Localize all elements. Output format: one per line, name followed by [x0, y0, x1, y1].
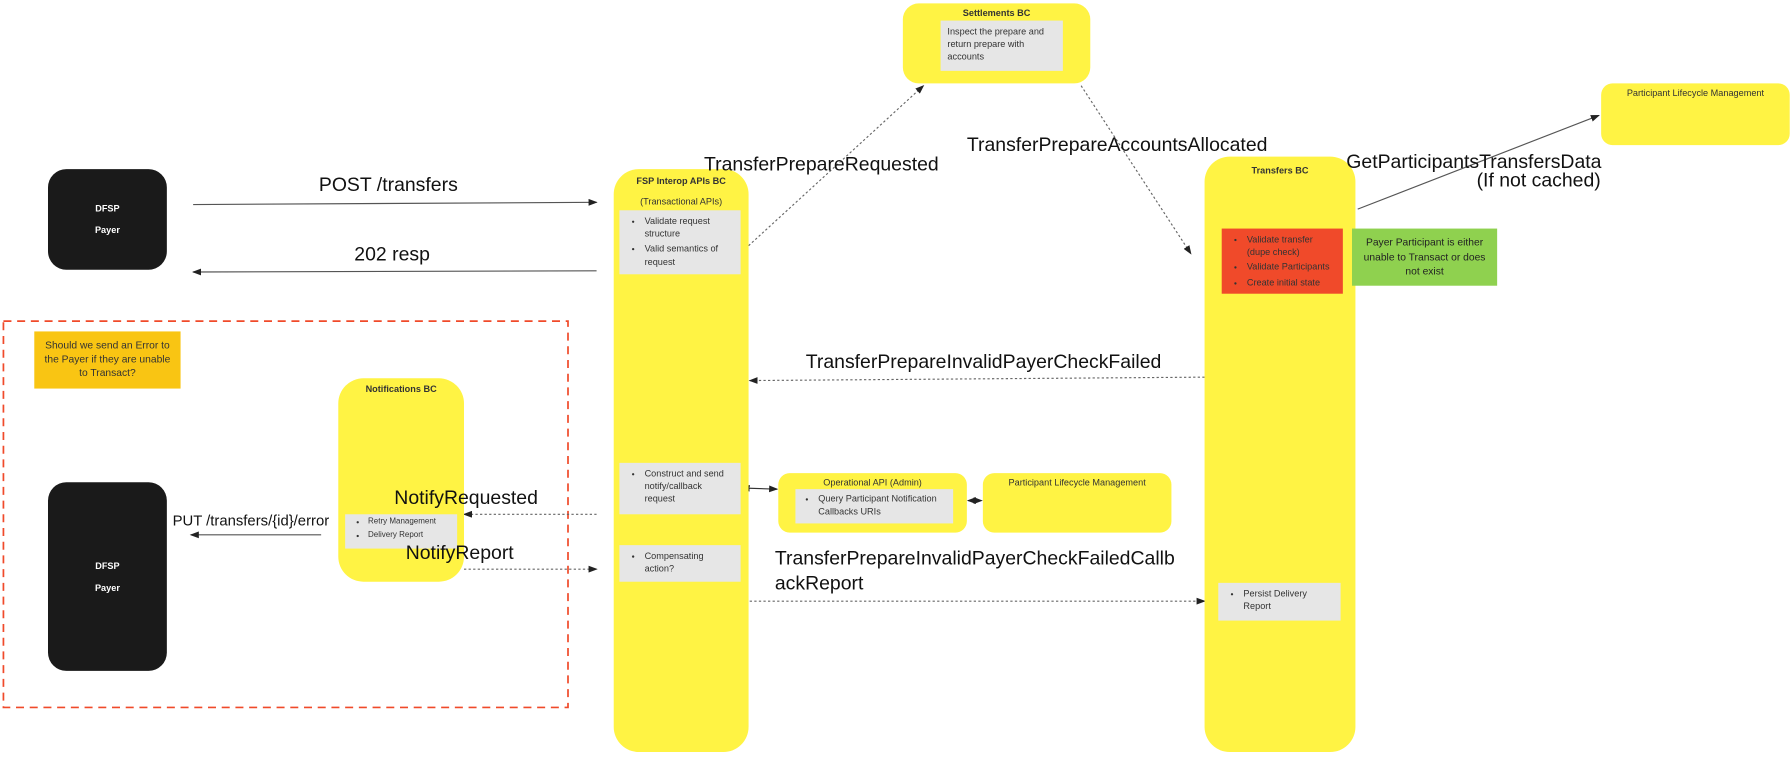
- fsp-validate-box: Validate request structureValid semantic…: [619, 210, 741, 275]
- label-accounts-allocated: TransferPrepareAccountsAllocated: [966, 133, 1268, 156]
- operational-api-title: Operational API (Admin): [823, 477, 922, 488]
- arrow-invalid-payer: [748, 376, 1205, 384]
- list-item: Retry Management: [368, 517, 453, 528]
- question-note[interactable]: Should we send an Error to the Payer if …: [34, 331, 181, 389]
- transfers-persist-box: Persist Delivery Report: [1218, 582, 1341, 621]
- list-item: Create initial state: [1247, 276, 1336, 289]
- arrow-accounts-allocated: [1080, 85, 1192, 255]
- settlements-bc-title: Settlements BC: [962, 7, 1031, 19]
- dfsp-label: DFSP: [95, 560, 120, 571]
- label-callback-report-line1: TransferPrepareInvalidPayerCheckFailedCa…: [774, 547, 1175, 570]
- label-202-resp: 202 resp: [354, 243, 430, 266]
- dfsp-payer-bottom[interactable]: DFSP Payer: [47, 482, 167, 671]
- payer-label: Payer: [94, 582, 120, 593]
- settlements-bc[interactable]: Settlements BC Inspect the prepare and r…: [902, 3, 1091, 84]
- operational-api-details: Query Participant Notification Callbacks…: [795, 489, 954, 524]
- list-item: Validate request structure: [645, 215, 734, 241]
- label-invalid-payer: TransferPrepareInvalidPayerCheckFailed: [805, 350, 1162, 373]
- transfers-validation-box: Validate transfer (dupe check) Validate P…: [1221, 228, 1343, 294]
- fsp-interop-apis-bc[interactable]: FSP Interop APIs BC (Transactional APIs)…: [613, 169, 749, 752]
- settlements-details: Inspect the prepare and return prepare w…: [940, 20, 1063, 71]
- label-prepare-requested: TransferPrepareRequested: [703, 153, 939, 175]
- label-callback-report-line2: ackReport: [774, 572, 864, 595]
- dfsp-payer-top[interactable]: DFSP Payer: [47, 169, 167, 270]
- transfers-bc-title: Transfers BC: [1251, 165, 1309, 176]
- notifications-bc-title: Notifications BC: [365, 383, 437, 395]
- fsp-notify-box: Construct and send notify/callback reque…: [619, 462, 741, 515]
- list-item: Validate transfer (dupe check): [1247, 233, 1336, 259]
- fsp-compensating-box: Compensating action?: [619, 545, 741, 582]
- label-notify-requested: NotifyRequested: [394, 486, 538, 509]
- arrow-post-transfers: [193, 198, 598, 206]
- list-item: Persist Delivery Report: [1243, 587, 1333, 613]
- diagram-canvas: DFSP Payer DFSP Payer Should we send an …: [0, 0, 1792, 757]
- label-put-error: PUT /transfers/{id}/error: [172, 511, 330, 530]
- list-item: Query Participant Notification Callbacks…: [818, 493, 948, 519]
- list-item: Valid semantics of request: [645, 243, 734, 269]
- transfers-bc[interactable]: Transfers BC Validate transfer (dupe che…: [1204, 156, 1356, 752]
- connectors: [2, 84, 1600, 709]
- list-item: Delivery Report: [368, 530, 453, 541]
- participant-lifecycle-mid[interactable]: Participant Lifecycle Management: [982, 473, 1172, 533]
- payer-check-note[interactable]: Payer Participant is either unable to Tr…: [1351, 228, 1498, 286]
- dfsp-label: DFSP: [95, 203, 120, 214]
- participant-lifecycle-top[interactable]: Participant Lifecycle Management: [1601, 83, 1790, 146]
- plm-title: Participant Lifecycle Management: [1008, 477, 1146, 488]
- label-if-not-cached: (If not cached): [1476, 169, 1601, 191]
- operational-api[interactable]: Operational API (Admin) Query Participan…: [778, 473, 967, 533]
- fsp-bc-title: FSP Interop APIs BC: [636, 175, 726, 187]
- label-post-transfers: POST /transfers: [318, 173, 458, 196]
- list-item: Compensating action?: [645, 550, 734, 576]
- plm-title: Participant Lifecycle Management: [1626, 87, 1765, 99]
- list-item: Construct and send notify/callback reque…: [645, 467, 734, 505]
- arrow-202-resp: [191, 268, 597, 276]
- list-item: Validate Participants: [1247, 261, 1336, 274]
- payer-label: Payer: [94, 225, 120, 236]
- label-notify-report: NotifyReport: [405, 541, 514, 564]
- fsp-bc-subtitle: (Transactional APIs): [640, 196, 723, 207]
